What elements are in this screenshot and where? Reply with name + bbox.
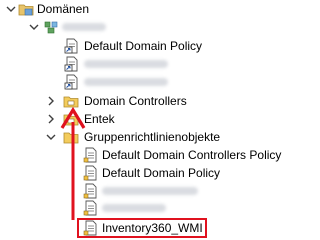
tree-node-redacted-link[interactable] [0, 73, 297, 91]
expand-chevron-icon[interactable] [45, 113, 57, 125]
gpo-tree-view[interactable]: Domänen Default Domain Policy Domain Con… [0, 0, 297, 240]
gpo-link-icon [64, 56, 80, 72]
gpo-link-icon [64, 74, 80, 90]
highlight-box [77, 218, 207, 238]
collapse-chevron-icon[interactable] [45, 131, 57, 143]
gpo-icon [83, 200, 99, 216]
gpo-icon [83, 147, 99, 163]
domain-icon [43, 19, 59, 35]
redacted-domain-name [62, 23, 106, 31]
tree-node-redacted-link[interactable] [0, 55, 297, 73]
tree-node-domains[interactable]: Domänen [0, 0, 297, 18]
tree-node-domain[interactable] [0, 18, 297, 36]
tree-node-redacted-gpo[interactable] [0, 182, 297, 200]
redacted-gpo-link-name [84, 60, 168, 68]
tree-node-gpo-default-domain-controllers-policy[interactable]: Default Domain Controllers Policy [0, 146, 297, 164]
redacted-gpo-link-name [84, 78, 168, 86]
tree-node-entek[interactable]: Entek [0, 110, 297, 128]
folder-icon [63, 129, 79, 145]
tree-node-default-domain-policy-link[interactable]: Default Domain Policy [0, 37, 297, 55]
expand-chevron-icon[interactable] [45, 95, 57, 107]
tree-node-domain-controllers[interactable]: Domain Controllers [0, 92, 297, 110]
ou-folder-icon [63, 93, 79, 109]
collapse-chevron-icon[interactable] [28, 21, 40, 33]
tree-node-gpo-folder-label: Gruppenrichtlinienobjekte [84, 130, 221, 144]
domains-folder-icon [18, 1, 34, 17]
tree-node-entek-label: Entek [84, 112, 115, 126]
gpo-icon [83, 183, 99, 199]
tree-node-default-domain-policy-link-label: Default Domain Policy [84, 39, 203, 53]
tree-node-redacted-gpo[interactable] [0, 199, 297, 217]
tree-node-gpo-default-domain-policy[interactable]: Default Domain Policy [0, 164, 297, 182]
tree-node-gpo-label: Default Domain Controllers Policy [102, 148, 282, 162]
tree-node-gpo-folder[interactable]: Gruppenrichtlinienobjekte [0, 128, 297, 146]
redacted-gpo-name [102, 204, 166, 212]
gpo-icon [83, 165, 99, 181]
tree-node-domains-label: Domänen [37, 2, 90, 16]
tree-node-gpo-label: Default Domain Policy [102, 166, 221, 180]
collapse-chevron-icon[interactable] [5, 3, 17, 15]
redacted-gpo-name [102, 187, 198, 195]
ou-folder-icon [63, 111, 79, 127]
tree-node-domain-controllers-label: Domain Controllers [84, 94, 187, 108]
gpo-link-icon [64, 38, 80, 54]
